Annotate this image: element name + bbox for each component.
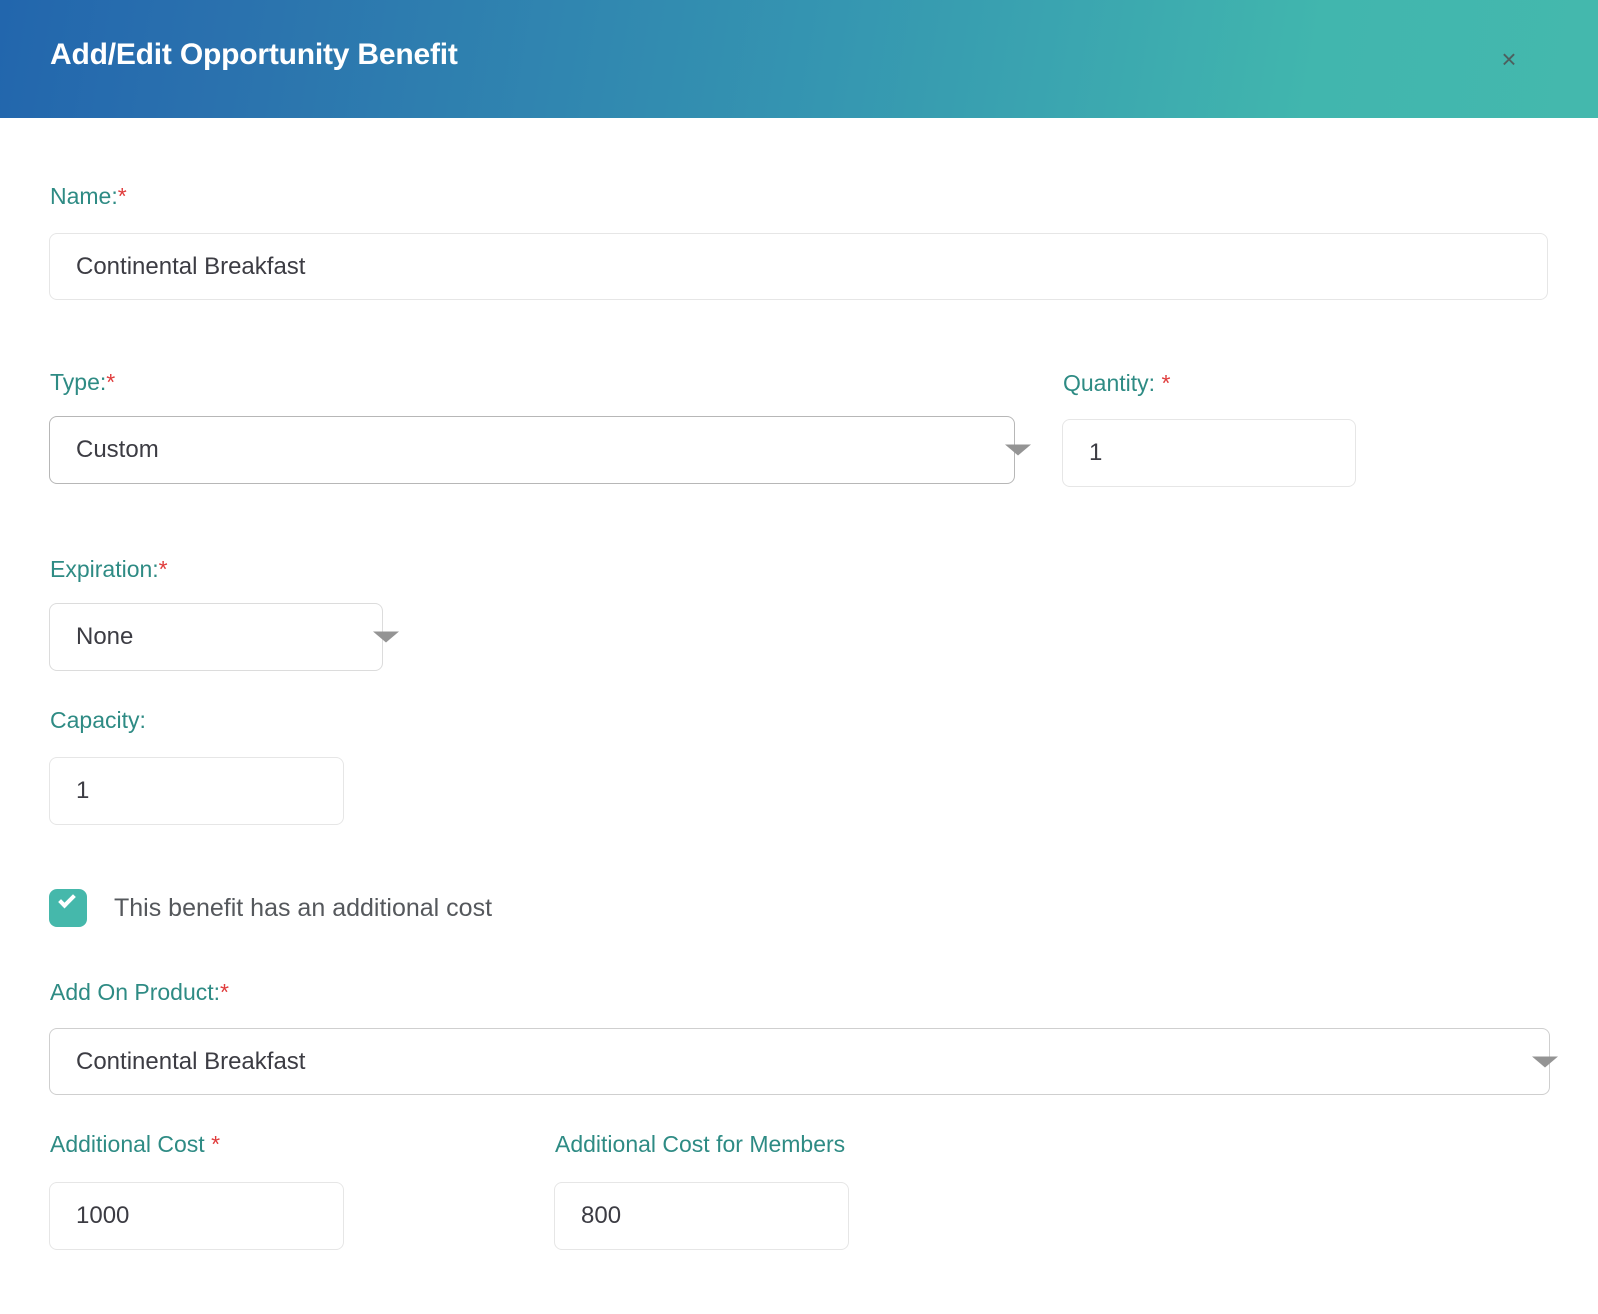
add-on-product-select[interactable]: Continental Breakfast — [49, 1028, 1558, 1095]
add-on-product-label-text: Add On Product: — [50, 979, 221, 1005]
add-on-product-selected-value: Continental Breakfast — [76, 1047, 306, 1075]
quantity-input[interactable] — [1062, 419, 1356, 487]
name-input[interactable] — [49, 233, 1548, 300]
name-required-marker: * — [117, 183, 127, 209]
type-required-marker: * — [106, 369, 116, 395]
additional-cost-checkbox-row[interactable]: This benefit has an additional cost — [49, 889, 492, 927]
type-selected-value: Custom — [76, 436, 159, 463]
expiration-required-marker: * — [158, 556, 168, 582]
additional-cost-members-label-text: Additional Cost for Members — [555, 1131, 846, 1157]
dialog-body: Name:* Type:* Custom Quantity: * Expirat… — [0, 118, 1598, 1314]
quantity-label-text: Quantity: — [1063, 370, 1156, 396]
additional-cost-label-text: Additional Cost — [50, 1131, 205, 1157]
additional-cost-required-marker: * — [211, 1131, 221, 1157]
expiration-selected-value: None — [76, 623, 134, 650]
dialog-header: Add/Edit Opportunity Benefit × — [0, 0, 1598, 118]
checkmark-icon — [58, 890, 76, 909]
chevron-down-icon — [1005, 444, 1031, 456]
dialog-title: Add/Edit Opportunity Benefit — [50, 38, 458, 71]
type-label: Type:* — [50, 368, 115, 396]
add-on-product-required-marker: * — [220, 979, 229, 1005]
add-on-product-label: Add On Product:* — [50, 978, 229, 1006]
name-label: Name:* — [50, 182, 127, 210]
quantity-label: Quantity: * — [1063, 369, 1170, 397]
type-select[interactable]: Custom — [49, 416, 1031, 484]
additional-cost-label: Additional Cost * — [50, 1130, 220, 1158]
type-label-text: Type: — [50, 369, 107, 395]
expiration-select[interactable]: None — [49, 603, 399, 671]
expiration-label-text: Expiration: — [50, 556, 159, 582]
additional-cost-input[interactable] — [49, 1182, 344, 1250]
capacity-input[interactable] — [49, 757, 344, 825]
chevron-down-icon — [373, 631, 399, 643]
additional-cost-checkbox[interactable] — [49, 889, 87, 927]
add-edit-opportunity-benefit-dialog: Add/Edit Opportunity Benefit × Name:* Ty… — [0, 0, 1598, 1314]
additional-cost-members-input[interactable] — [554, 1182, 849, 1250]
chevron-down-icon — [1532, 1056, 1558, 1067]
additional-cost-members-label: Additional Cost for Members — [555, 1130, 845, 1158]
close-icon[interactable]: × — [1490, 42, 1528, 76]
additional-cost-checkbox-label: This benefit has an additional cost — [114, 893, 493, 922]
capacity-label: Capacity: — [50, 706, 146, 734]
expiration-label: Expiration:* — [50, 555, 168, 583]
quantity-required-marker: * — [1161, 370, 1171, 396]
capacity-label-text: Capacity: — [50, 707, 146, 733]
name-label-text: Name: — [50, 183, 118, 209]
